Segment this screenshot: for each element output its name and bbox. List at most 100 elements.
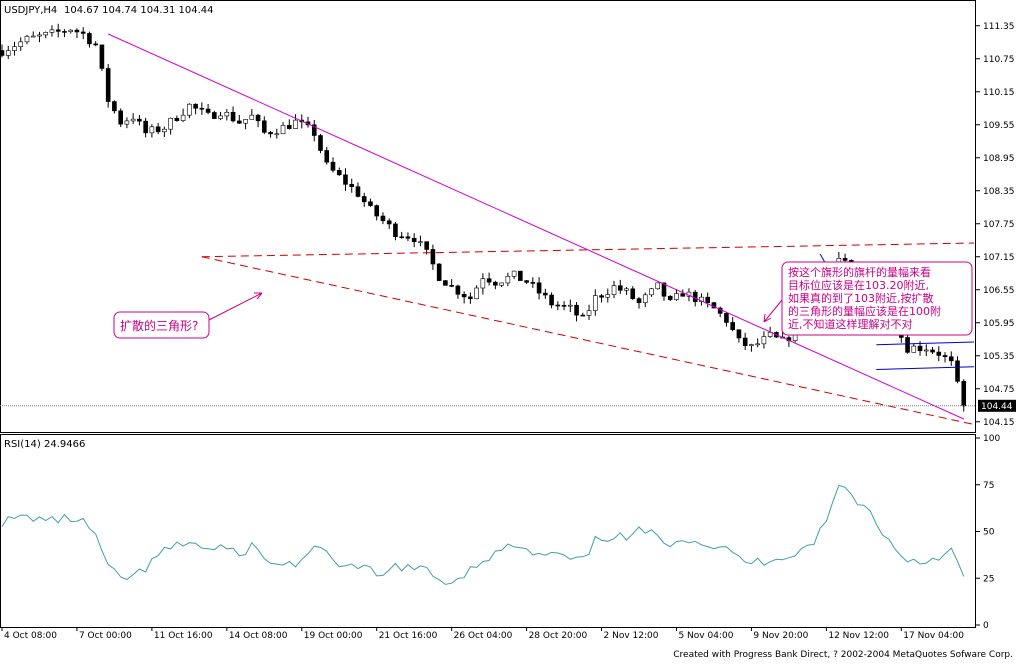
candle-body <box>961 381 967 407</box>
candle-body <box>149 126 155 134</box>
time-tick-label: 17 Nov 04:00 <box>903 631 964 641</box>
candle-body <box>318 135 323 151</box>
candle-body <box>948 356 954 362</box>
candle-body <box>193 103 198 109</box>
candle-body <box>430 249 436 265</box>
price-tick-label: 111.35 <box>983 22 1015 32</box>
candle-body <box>842 258 848 261</box>
current-price-label: 104.44 <box>981 402 1013 412</box>
annotation-target-arrow <box>763 299 783 323</box>
candle-body <box>386 220 392 225</box>
rsi-axis: 100 75 50 25 0 <box>976 434 1000 631</box>
candle-body <box>118 110 123 125</box>
candle-body <box>361 196 367 203</box>
candle-body <box>330 161 336 171</box>
candle-body <box>574 304 579 316</box>
candle-body <box>374 205 380 217</box>
candle-body <box>143 120 148 134</box>
chart-svg: 111.35 110.75 110.15 109.55 108.95 108.35 107.… <box>0 0 1016 641</box>
time-tick-label: 9 Nov 20:00 <box>753 631 808 641</box>
candle-body <box>742 337 748 346</box>
candle-body <box>286 125 292 129</box>
candle-body <box>636 298 642 303</box>
trendlines-group <box>107 33 975 425</box>
candle-body <box>380 215 386 222</box>
candle-body <box>617 285 623 291</box>
candle-body <box>449 285 454 287</box>
candle-body <box>336 169 342 176</box>
price-tick-label: 105.35 <box>983 352 1015 362</box>
candle-body <box>87 33 92 45</box>
candle-body <box>218 115 223 119</box>
candle-body <box>224 111 230 117</box>
time-tick-label: 4 Oct 08:00 <box>4 631 57 641</box>
candle-body <box>205 108 211 113</box>
candle-body <box>536 282 542 294</box>
price-tick-label: 109.55 <box>983 121 1015 131</box>
candle-body <box>80 31 86 34</box>
price-tick-label: 104.75 <box>983 385 1015 395</box>
candle-body <box>905 337 910 353</box>
candle-body <box>411 237 417 243</box>
candle-body <box>261 120 267 133</box>
candle-body <box>268 132 273 135</box>
candle-body <box>68 29 73 32</box>
candle-body <box>49 29 55 33</box>
rsi-indicator-label: RSI(14) <box>4 439 41 450</box>
candle-body <box>955 360 960 382</box>
candle-body <box>505 276 511 284</box>
candle-body <box>767 332 773 337</box>
price-tick-label: 107.75 <box>983 220 1015 230</box>
candle-body <box>168 117 173 130</box>
candle-body <box>561 305 567 307</box>
candle-body <box>923 349 929 352</box>
candle-body <box>249 114 255 120</box>
candle-body <box>599 295 604 298</box>
candle-body <box>474 287 479 300</box>
annotation-target-line-2: 目标位应该是在103.20附近, <box>788 278 929 292</box>
candle-body <box>705 296 711 303</box>
time-tick-label: 21 Oct 16:00 <box>379 631 438 641</box>
candle-body <box>37 34 42 37</box>
candle-body <box>349 184 355 187</box>
candle-body <box>55 29 61 32</box>
candle-body <box>461 293 467 298</box>
candle-body <box>0 50 5 56</box>
candle-body <box>642 294 648 303</box>
candle-body <box>243 119 248 124</box>
candle-body <box>12 46 17 51</box>
candle-body <box>530 282 536 284</box>
price-tick-label: 110.15 <box>983 88 1015 98</box>
candle-body <box>124 120 130 125</box>
candle-body <box>43 32 49 36</box>
rsi-line <box>1 484 965 585</box>
candles-group <box>0 23 967 412</box>
candle-body <box>405 236 411 239</box>
candle-body <box>30 35 36 38</box>
candle-body <box>736 329 742 339</box>
candle-body <box>649 288 654 296</box>
footer: Created with Progress Bank Direct, ? 200… <box>0 645 1021 664</box>
price-pane-frame <box>0 0 976 433</box>
candle-body <box>424 241 429 250</box>
candle-body <box>549 294 554 306</box>
time-tick-label: 14 Oct 08:00 <box>229 631 288 641</box>
annotation-target-line-1: 按这个旗形的旗杆的量幅来看 <box>788 265 931 279</box>
price-axis: 111.35 110.75 110.15 109.55 108.95 108.35 107.… <box>976 22 1015 428</box>
candle-body <box>74 29 80 33</box>
candle-body <box>655 282 661 290</box>
candle-body <box>293 119 298 129</box>
price-tick-label: 104.15 <box>983 418 1015 428</box>
candle-body <box>230 111 236 122</box>
candle-body <box>630 288 636 299</box>
candle-body <box>580 314 586 317</box>
candle-body <box>62 31 67 33</box>
candle-body <box>930 349 935 353</box>
annotation-target-line-4: 的三角形的量幅应该是在100附 <box>788 304 941 318</box>
candle-body <box>137 118 142 122</box>
candle-body <box>480 278 486 289</box>
candle-body <box>680 293 686 297</box>
trendline-flag-top <box>876 341 975 346</box>
candle-body <box>355 186 361 197</box>
time-tick-label: 7 Oct 00:00 <box>79 631 132 641</box>
